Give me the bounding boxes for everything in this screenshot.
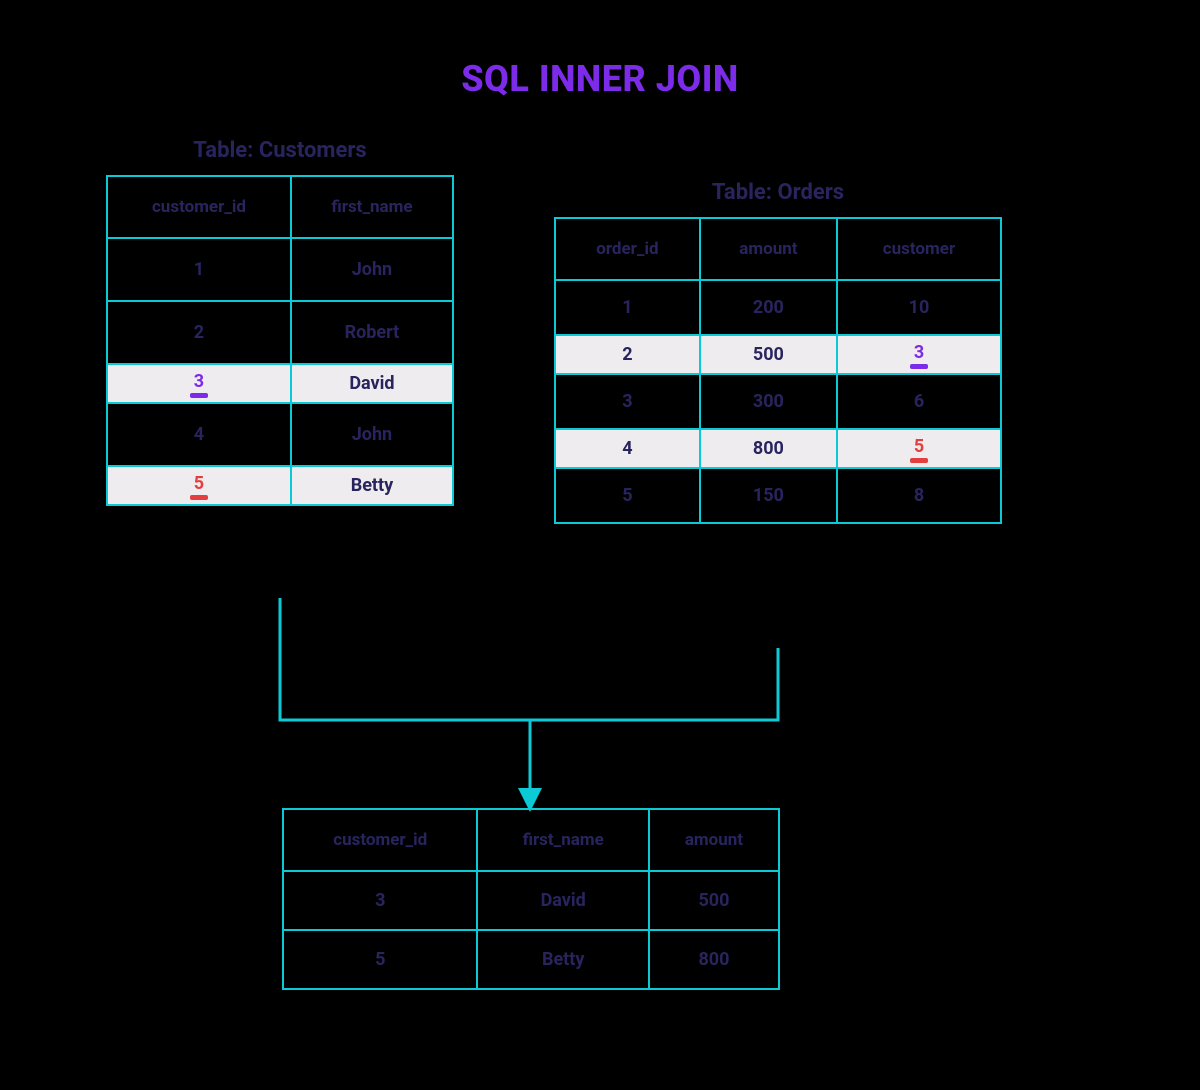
table-cell: 5 <box>555 468 700 523</box>
highlighted-key: 3 <box>194 371 204 396</box>
table-cell: 5 <box>107 466 291 505</box>
highlighted-key: 5 <box>914 436 924 461</box>
orders-table-wrap: Table: Orders order_id amount customer 1… <box>554 180 1002 524</box>
table-cell: 3 <box>555 374 700 429</box>
table-cell: 4 <box>107 403 291 466</box>
table-cell: 3 <box>837 335 1001 374</box>
highlighted-key: 5 <box>194 473 204 498</box>
connector-right <box>530 648 778 720</box>
table-row: 5Betty800 <box>283 930 779 989</box>
table-row: 2500 3 <box>555 335 1001 374</box>
col-header: first_name <box>291 176 453 238</box>
table-cell: 2 <box>107 301 291 364</box>
table-cell: John <box>291 238 453 301</box>
table-cell: 8 <box>837 468 1001 523</box>
table-cell: 800 <box>700 429 837 468</box>
result-table-wrap: customer_id first_name amount 3David5005… <box>282 808 780 990</box>
table-cell: 150 <box>700 468 837 523</box>
table-row: 3 David <box>107 364 453 403</box>
table-row: 1John <box>107 238 453 301</box>
table-header-row: order_id amount customer <box>555 218 1001 280</box>
table-row: 51508 <box>555 468 1001 523</box>
table-cell: 300 <box>700 374 837 429</box>
table-header-row: customer_id first_name <box>107 176 453 238</box>
table-cell: 2 <box>555 335 700 374</box>
table-cell: 1 <box>107 238 291 301</box>
result-table: customer_id first_name amount 3David5005… <box>282 808 780 990</box>
col-header: order_id <box>555 218 700 280</box>
customers-label: Table: Customers <box>106 138 454 163</box>
table-cell: David <box>291 364 453 403</box>
table-row: 4John <box>107 403 453 466</box>
table-cell: David <box>477 871 648 930</box>
table-row: 2Robert <box>107 301 453 364</box>
diagram-title: SQL INNER JOIN <box>0 0 1200 100</box>
table-row: 3David500 <box>283 871 779 930</box>
customers-table-wrap: Table: Customers customer_id first_name … <box>106 138 454 506</box>
table-cell: 3 <box>107 364 291 403</box>
customers-table: customer_id first_name 1John2Robert3Davi… <box>106 175 454 506</box>
orders-table: order_id amount customer 120010250033300… <box>554 217 1002 524</box>
col-header: amount <box>700 218 837 280</box>
col-header: customer <box>837 218 1001 280</box>
col-header: first_name <box>477 809 648 871</box>
table-cell: 4 <box>555 429 700 468</box>
table-cell: 200 <box>700 280 837 335</box>
table-cell: 10 <box>837 280 1001 335</box>
connector-left <box>280 598 530 720</box>
table-row: 4800 5 <box>555 429 1001 468</box>
table-cell: 500 <box>700 335 837 374</box>
table-row: 120010 <box>555 280 1001 335</box>
table-cell: 800 <box>649 930 779 989</box>
table-cell: 500 <box>649 871 779 930</box>
table-cell: Betty <box>477 930 648 989</box>
table-header-row: customer_id first_name amount <box>283 809 779 871</box>
table-cell: Robert <box>291 301 453 364</box>
table-row: 33006 <box>555 374 1001 429</box>
table-cell: 3 <box>283 871 477 930</box>
table-cell: John <box>291 403 453 466</box>
col-header: customer_id <box>107 176 291 238</box>
highlighted-key: 3 <box>914 342 924 367</box>
table-cell: 6 <box>837 374 1001 429</box>
col-header: amount <box>649 809 779 871</box>
col-header: customer_id <box>283 809 477 871</box>
orders-label: Table: Orders <box>554 180 1002 205</box>
table-cell: 5 <box>837 429 1001 468</box>
table-cell: 1 <box>555 280 700 335</box>
table-cell: 5 <box>283 930 477 989</box>
table-cell: Betty <box>291 466 453 505</box>
table-row: 5 Betty <box>107 466 453 505</box>
